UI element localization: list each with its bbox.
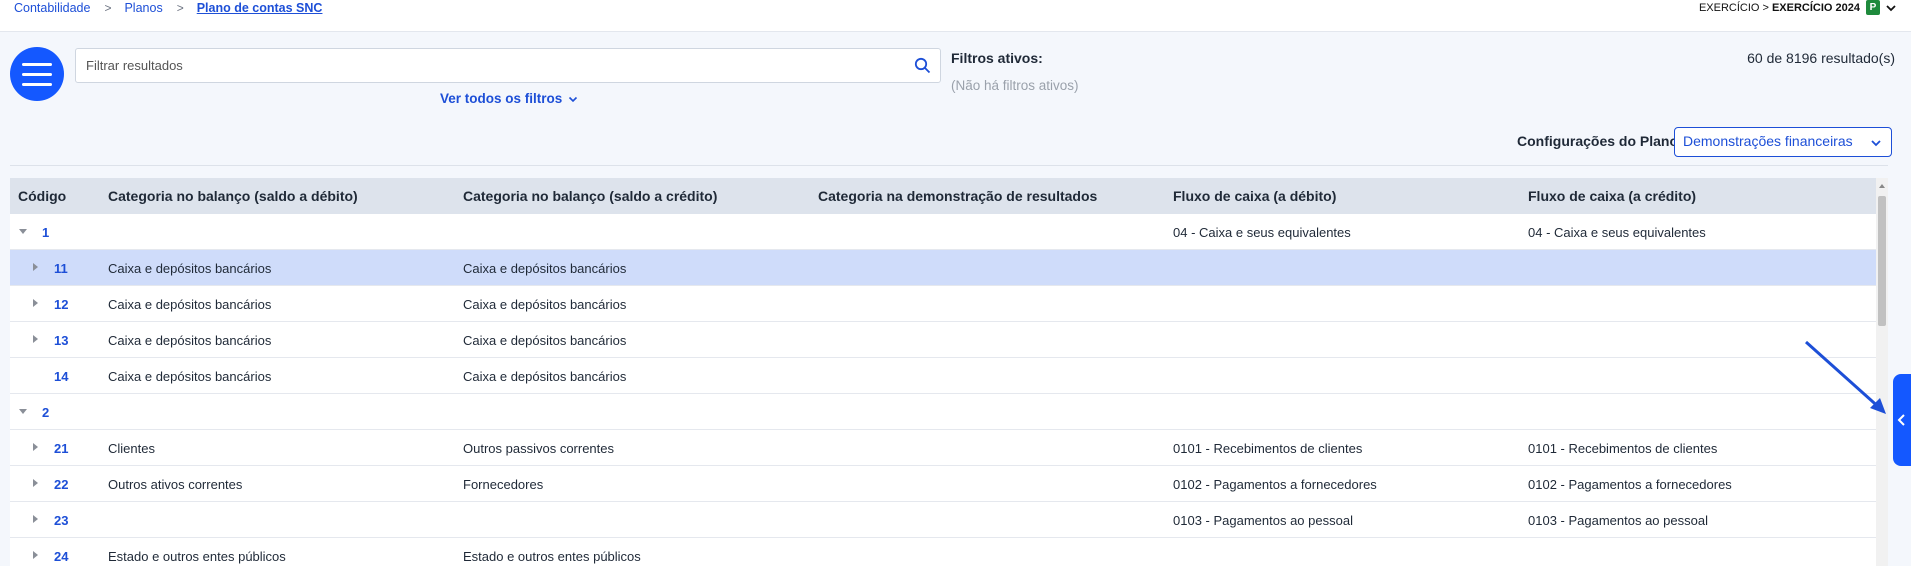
breadcrumb-item-planos[interactable]: Planos (124, 1, 162, 15)
show-all-filters-label: Ver todos os filtros (440, 91, 563, 106)
cell-code[interactable]: 23 (54, 513, 68, 528)
column-header-cash-flow-credit[interactable]: Fluxo de caixa (a crédito) (1528, 188, 1696, 204)
caret-right-icon[interactable] (30, 262, 40, 272)
cell-debit-balance: Outros ativos correntes (108, 477, 243, 492)
show-all-filters-button[interactable]: Ver todos os filtros (440, 91, 578, 106)
cell-credit-balance: Caixa e depósitos bancários (463, 369, 627, 384)
chevron-down-icon (1871, 140, 1881, 147)
accounts-table: Código Categoria no balanço (saldo a déb… (10, 178, 1876, 566)
cell-debit-balance: Caixa e depósitos bancários (108, 297, 272, 312)
search-input[interactable] (76, 49, 876, 82)
chevron-left-icon (1897, 414, 1905, 426)
scroll-up-icon[interactable] (1878, 182, 1886, 190)
breadcrumb-separator-icon: > (104, 1, 112, 15)
cell-credit-balance: Estado e outros entes públicos (463, 549, 641, 564)
table-row[interactable]: 14 Caixa e depósitos bancários Caixa e dep… (10, 358, 1876, 394)
table-row[interactable]: 12 Caixa e depósitos bancários Caixa e dep… (10, 286, 1876, 322)
scrollbar-thumb[interactable] (1878, 196, 1886, 326)
plan-config-selected: Demonstrações financeiras (1683, 133, 1853, 149)
cell-cash-flow-credit: 0103 - Pagamentos ao pessoal (1528, 513, 1708, 528)
cell-code[interactable]: 2 (42, 405, 49, 420)
cell-debit-balance: Estado e outros entes públicos (108, 549, 286, 564)
column-header-cash-flow-debit[interactable]: Fluxo de caixa (a débito) (1173, 188, 1336, 204)
cell-cash-flow-debit: 04 - Caixa e seus equivalentes (1173, 225, 1351, 240)
caret-right-icon[interactable] (30, 442, 40, 452)
caret-right-icon[interactable] (30, 514, 40, 524)
column-header-income-statement[interactable]: Categoria na demonstração de resultados (818, 188, 1097, 204)
cell-debit-balance: Clientes (108, 441, 155, 456)
cell-cash-flow-debit: 0103 - Pagamentos ao pessoal (1173, 513, 1353, 528)
cell-credit-balance: Caixa e depósitos bancários (463, 333, 627, 348)
top-bar: Contabilidade > Planos > Plano de contas… (0, 0, 1911, 32)
breadcrumb: Contabilidade > Planos > Plano de contas… (14, 1, 322, 15)
chevron-down-icon (1886, 4, 1896, 11)
cell-code[interactable]: 12 (54, 297, 68, 312)
breadcrumb-separator-icon: > (176, 1, 184, 15)
cell-cash-flow-credit: 0101 - Recebimentos de clientes (1528, 441, 1718, 456)
menu-button[interactable] (10, 47, 64, 101)
chevron-down-icon (569, 96, 578, 102)
caret-right-icon[interactable] (30, 550, 40, 560)
cell-cash-flow-credit: 0102 - Pagamentos a fornecedores (1528, 477, 1732, 492)
hamburger-icon (22, 62, 52, 66)
plan-config-select[interactable]: Demonstrações financeiras (1674, 127, 1892, 157)
column-header-debit-balance[interactable]: Categoria no balanço (saldo a débito) (108, 188, 358, 204)
caret-down-icon[interactable] (18, 226, 28, 236)
cell-debit-balance: Caixa e depósitos bancários (108, 333, 272, 348)
table-header: Código Categoria no balanço (saldo a déb… (10, 178, 1876, 214)
hamburger-icon-line (22, 72, 52, 76)
results-count: 60 de 8196 resultado(s) (1747, 50, 1895, 66)
cell-credit-balance: Outros passivos correntes (463, 441, 615, 456)
hamburger-icon-line (22, 82, 52, 86)
table-row[interactable]: 24 Estado e outros entes públicos Estado e… (10, 538, 1876, 566)
table-row[interactable]: 21 Clientes Outros passivos correntes 0101 … (10, 430, 1876, 466)
cell-debit-balance: Caixa e depósitos bancários (108, 261, 272, 276)
cell-cash-flow-debit: 0102 - Pagamentos a fornecedores (1173, 477, 1377, 492)
side-panel-toggle[interactable] (1893, 374, 1911, 466)
table-row[interactable]: 11 Caixa e depósitos bancários Caixa e dep… (10, 250, 1876, 286)
table-row[interactable]: 13 Caixa e depósitos bancários Caixa e dep… (10, 322, 1876, 358)
cell-debit-balance: Caixa e depósitos bancários (108, 369, 272, 384)
divider (10, 165, 1888, 166)
active-filters-title: Filtros ativos: (951, 50, 1043, 66)
caret-right-icon[interactable] (30, 298, 40, 308)
annotation-arrow-icon (1804, 340, 1886, 414)
exercise-selector[interactable]: EXERCÍCIO > EXERCÍCIO 2024 P (1699, 0, 1897, 15)
column-header-credit-balance[interactable]: Categoria no balanço (saldo a crédito) (463, 188, 717, 204)
cell-code[interactable]: 14 (54, 369, 68, 384)
exercise-prefix: EXERCÍCIO > (1698, 1, 1769, 14)
search-icon[interactable] (914, 57, 931, 74)
table-row[interactable]: 1 04 - Caixa e seus equivalentes 04 - Caix… (10, 214, 1876, 250)
table-row[interactable]: 22 Outros ativos correntes Fornecedores 010… (10, 466, 1876, 502)
cell-code[interactable]: 13 (54, 333, 68, 348)
cell-credit-balance: Fornecedores (463, 477, 544, 492)
search-box (75, 48, 941, 83)
column-header-code[interactable]: Código (18, 188, 66, 204)
active-filters-empty: (Não há filtros ativos) (951, 78, 1079, 93)
breadcrumb-current[interactable]: Plano de contas SNC (197, 1, 323, 15)
cell-code[interactable]: 21 (54, 441, 68, 456)
exercise-status-badge: P (1866, 0, 1880, 15)
cell-code[interactable]: 22 (54, 477, 68, 492)
cell-code[interactable]: 24 (54, 549, 68, 564)
cell-cash-flow-debit: 0101 - Recebimentos de clientes (1173, 441, 1363, 456)
table-row[interactable]: 23 0103 - Pagamentos ao pessoal 0103 - Pag… (10, 502, 1876, 538)
breadcrumb-item-contabilidade[interactable]: Contabilidade (14, 1, 90, 15)
cell-credit-balance: Caixa e depósitos bancários (463, 297, 627, 312)
exercise-name: EXERCÍCIO 2024 (1771, 1, 1860, 14)
cell-code[interactable]: 11 (54, 261, 68, 276)
caret-right-icon[interactable] (30, 334, 40, 344)
caret-down-icon[interactable] (18, 406, 28, 416)
cell-cash-flow-credit: 04 - Caixa e seus equivalentes (1528, 225, 1706, 240)
plan-config-label: Configurações do Plano: (1517, 133, 1683, 149)
caret-right-icon[interactable] (30, 478, 40, 488)
cell-credit-balance: Caixa e depósitos bancários (463, 261, 627, 276)
cell-code[interactable]: 1 (42, 225, 49, 240)
table-row[interactable]: 2 (10, 394, 1876, 430)
